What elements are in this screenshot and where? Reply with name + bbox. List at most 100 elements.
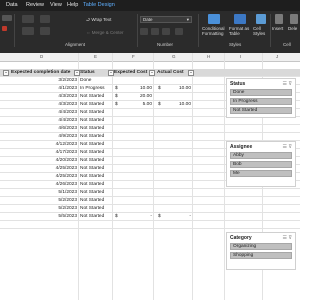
cell-currency-symbol[interactable]: $ [115, 94, 118, 99]
cell-currency-symbol[interactable]: $ [158, 102, 161, 107]
cell-status[interactable]: Not Started [80, 158, 104, 163]
align-top-icon[interactable] [22, 15, 34, 23]
cell-status[interactable]: Not Started [80, 182, 104, 187]
column-header-i[interactable]: I [240, 54, 241, 59]
slicer-item-me[interactable]: Me [230, 170, 292, 177]
comma-style-icon[interactable] [162, 28, 170, 35]
cell-date[interactable]: 4/25/2023 [56, 174, 77, 179]
slicer-item-abby[interactable]: Abby [230, 152, 292, 159]
table-row[interactable]: 5/2/2023 Not Started [0, 205, 300, 213]
cell-status[interactable]: Not Started [80, 206, 104, 211]
column-header-j[interactable]: J [276, 54, 278, 59]
cell-status[interactable]: Done [80, 78, 91, 83]
table-row[interactable]: 4/9/2023 Not Started [0, 133, 300, 141]
menu-data[interactable]: Data [6, 2, 18, 8]
menu-view[interactable]: View [50, 2, 62, 8]
cell-status[interactable]: Not Started [80, 126, 104, 131]
cell-styles-button[interactable]: Cell Styles [253, 14, 269, 40]
table-row[interactable]: 4/6/2023 Not Started [0, 125, 300, 133]
slicer-item-not-started[interactable]: Not Started [230, 107, 292, 114]
menu-help[interactable]: Help [67, 2, 78, 8]
cell-status[interactable]: Not Started [80, 94, 104, 99]
cell-currency-symbol[interactable]: $ [158, 86, 161, 91]
cell-actual-cost[interactable]: 10.00 [179, 102, 191, 107]
column-header-d[interactable]: D [40, 54, 43, 59]
indent-icon[interactable] [40, 15, 50, 23]
cell-date[interactable]: 5/2/2023 [58, 206, 77, 211]
font-color-icon[interactable] [2, 26, 7, 31]
cell-status[interactable]: Not Started [80, 118, 104, 123]
conditional-formatting-button[interactable]: Conditional Formatting [202, 14, 226, 40]
cell-currency-symbol[interactable]: $ [158, 214, 161, 219]
font-controls-icon[interactable] [2, 15, 12, 21]
cell-status[interactable]: Not Started [80, 190, 104, 195]
multi-select-icon[interactable]: ☰ ⊽ [282, 144, 292, 150]
cell-date[interactable]: 4/4/2023 [58, 110, 77, 115]
format-as-table-button[interactable]: Format as Table [229, 14, 251, 40]
cell-date[interactable]: 5/5/2023 [58, 214, 77, 219]
cell-date[interactable]: 4/6/2023 [58, 126, 77, 131]
cell-status[interactable]: In Progress [80, 86, 105, 91]
cell-status[interactable]: Not Started [80, 150, 104, 155]
cell-status[interactable]: Not Started [80, 174, 104, 179]
cell-date[interactable]: 4/20/2023 [56, 158, 77, 163]
cell-status[interactable]: Not Started [80, 110, 104, 115]
number-format-dropdown[interactable]: Date ▾ [140, 16, 192, 23]
menu-table-design[interactable]: Table Design [83, 2, 115, 8]
cell-date[interactable]: 4/25/2023 [56, 166, 77, 171]
cell-date[interactable]: 3/2/2023 [58, 78, 77, 83]
filter-dropdown-icon[interactable] [3, 70, 9, 76]
assignee-slicer[interactable]: Assignee ☰ ⊽ Abby Bob Me [226, 141, 296, 187]
align-left-icon[interactable] [22, 27, 34, 35]
slicer-item-in-progress[interactable]: In Progress [230, 98, 292, 105]
currency-icon[interactable] [140, 28, 148, 35]
cell-expected-cost[interactable]: 10.00 [140, 86, 152, 91]
slicer-item-shopping[interactable]: Shopping [230, 252, 292, 259]
wrap-text-button[interactable]: ⮐ Wrap Text [86, 16, 111, 24]
merge-center-button[interactable]: ⇔ Merge & Center [86, 30, 124, 35]
insert-button[interactable]: Insert [272, 14, 286, 40]
table-row[interactable]: 5/5/2023 Not Started $ - $ - [0, 213, 300, 221]
filter-dropdown-icon[interactable] [188, 70, 194, 76]
cell-currency-symbol[interactable]: $ [115, 102, 118, 107]
cell-expected-cost[interactable]: 5.00 [143, 102, 152, 107]
cell-status[interactable]: Not Started [80, 198, 104, 203]
cell-status[interactable]: Not Started [80, 102, 104, 107]
cell-date[interactable]: 4/4/2023 [58, 118, 77, 123]
column-header-h[interactable]: H [207, 54, 210, 59]
cell-status[interactable]: Not Started [80, 134, 104, 139]
cell-status[interactable]: Not Started [80, 166, 104, 171]
table-row[interactable]: 5/1/2023 Not Started [0, 189, 300, 197]
category-slicer[interactable]: Category ☰ ⊽ Organizing Shopping [226, 232, 296, 270]
orientation-icon[interactable] [40, 27, 50, 35]
cell-date[interactable]: 5/1/2023 [58, 190, 77, 195]
column-header-e[interactable]: E [94, 54, 97, 59]
cell-expected-cost[interactable]: - [150, 214, 152, 219]
multi-select-icon[interactable]: ☰ ⊽ [282, 81, 292, 87]
cell-date[interactable]: 4/26/2023 [56, 182, 77, 187]
cell-status[interactable]: Not Started [80, 214, 104, 219]
cell-expected-cost[interactable]: 20.00 [140, 94, 152, 99]
cell-date[interactable]: 4/3/2023 [58, 102, 77, 107]
status-slicer[interactable]: Status ☰ ⊽ Done In Progress Not Started [226, 78, 296, 118]
percent-icon[interactable] [151, 28, 159, 35]
cell-currency-symbol[interactable]: $ [115, 86, 118, 91]
cell-date[interactable]: 4/1/2023 [58, 86, 77, 91]
slicer-item-bob[interactable]: Bob [230, 161, 292, 168]
table-row[interactable]: 5/2/2023 Not Started [0, 197, 300, 205]
column-header-g[interactable]: G [172, 54, 176, 59]
delete-button[interactable]: Dele [288, 14, 300, 40]
cell-date[interactable]: 4/3/2023 [58, 94, 77, 99]
cell-date[interactable]: 4/9/2023 [58, 134, 77, 139]
cell-date[interactable]: 4/17/2023 [56, 150, 77, 155]
slicer-item-done[interactable]: Done [230, 89, 292, 96]
cell-actual-cost[interactable]: 10.00 [179, 86, 191, 91]
table-row[interactable]: 4/4/2023 Not Started [0, 117, 300, 125]
column-header-f[interactable]: F [132, 54, 135, 59]
filter-dropdown-icon[interactable] [149, 70, 155, 76]
cell-date[interactable]: 4/12/2023 [56, 142, 77, 147]
cell-currency-symbol[interactable]: $ [115, 214, 118, 219]
multi-select-icon[interactable]: ☰ ⊽ [282, 235, 292, 241]
cell-date[interactable]: 5/2/2023 [58, 198, 77, 203]
slicer-item-organizing[interactable]: Organizing [230, 243, 292, 250]
